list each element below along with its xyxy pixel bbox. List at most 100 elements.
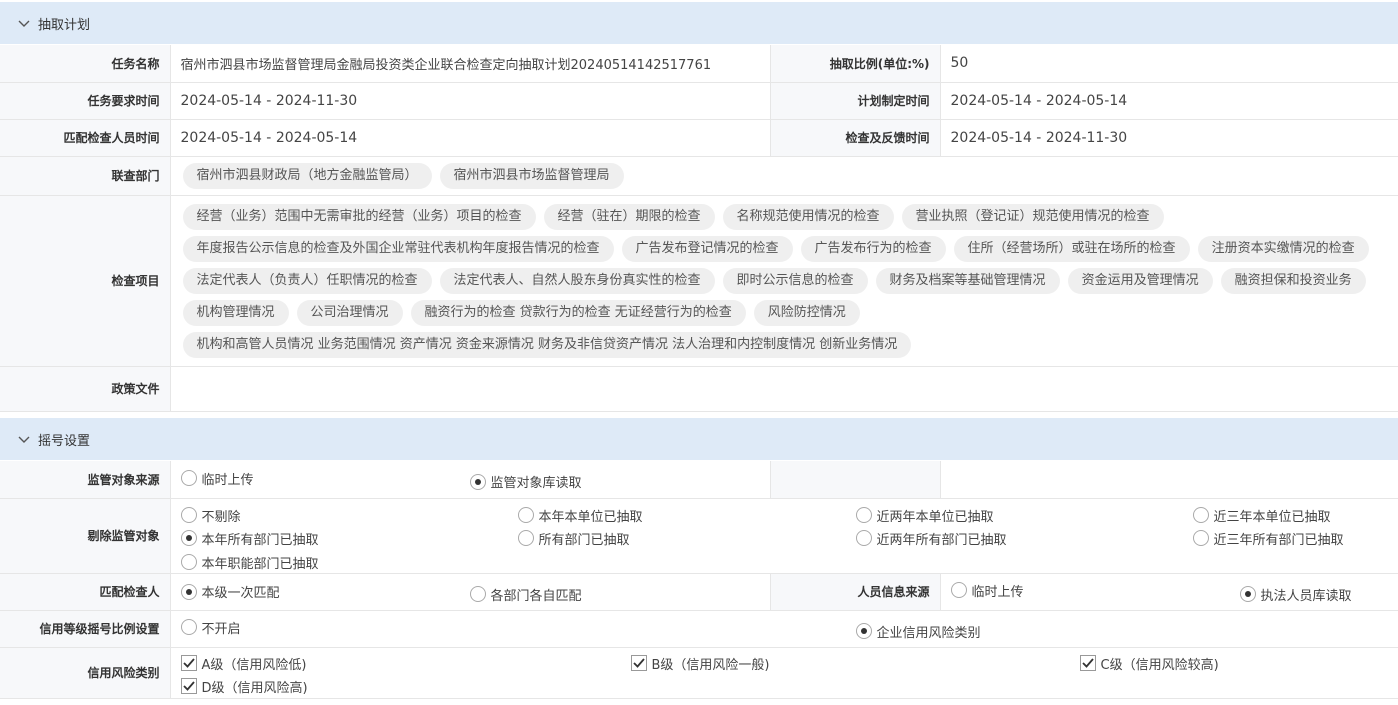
radio-label: 本年所有部门已抽取 <box>201 532 319 548</box>
section-title: 摇号设置 <box>38 433 91 449</box>
radio-label: 不剔除 <box>201 509 241 525</box>
item-tag: 财务及档案等基础管理情况 <box>875 267 1060 294</box>
radio-credit-off[interactable]: 不开启 <box>180 618 241 637</box>
checkmark-icon <box>1081 658 1094 668</box>
dept-tag: 宿州市泗县财政局（地方金融监管局） <box>182 162 432 189</box>
ratio-value: 50 <box>940 45 1398 83</box>
staff-source-radio-group: 临时上传 执法人员库读取 <box>940 573 1398 611</box>
radio-dept-match[interactable]: 各部门各自匹配 <box>469 585 582 604</box>
radio-label: 不开启 <box>201 621 241 637</box>
radio-circle <box>1192 530 1209 546</box>
field-label: 任务要求时间 <box>0 82 171 120</box>
field-label: 抽取比例(单位:%) <box>770 45 941 83</box>
field-label: 人员信息来源 <box>770 573 941 611</box>
radio-exclude-option[interactable]: 本年本单位已抽取 <box>517 506 643 525</box>
credit-ratio-radio-group: 不开启 企业信用风险类别 <box>170 610 1398 648</box>
radio-circle <box>517 507 534 523</box>
item-tag: 机构和高管人员情况 业务范围情况 资产情况 资金来源情况 财务及非信贷资产情况 … <box>182 331 912 358</box>
item-tag: 注册资本实缴情况的检查 <box>1197 235 1369 262</box>
empty-cell <box>770 461 941 499</box>
plan-table: 任务名称 宿州市泗县市场监督管理局金融局投资类企业联合检查定向抽取计划20240… <box>0 45 1398 412</box>
radio-single-match[interactable]: 本级一次匹配 <box>180 582 280 601</box>
field-label: 检查项目 <box>0 195 171 367</box>
radio-exclude-option[interactable]: 本年所有部门已抽取 <box>180 529 319 548</box>
radio-label: 执法人员库读取 <box>1260 588 1352 604</box>
radio-circle <box>180 530 197 546</box>
item-tag: 融资担保和投资业务 <box>1220 267 1366 294</box>
radio-label: 临时上传 <box>201 472 254 488</box>
radio-label: 近两年本单位已抽取 <box>876 509 994 525</box>
item-tag: 机构管理情况 <box>182 299 289 326</box>
checkbox-label: A级（信用风险低) <box>201 657 307 673</box>
risk-checkbox-group: A级（信用风险低) B级（信用风险一般) C级（信用风险较高) D级（信用风险高… <box>170 647 1398 699</box>
radio-label: 近三年本单位已抽取 <box>1213 509 1331 525</box>
radio-circle <box>180 583 197 600</box>
radio-label: 所有部门已抽取 <box>538 532 630 548</box>
radio-exclude-none[interactable]: 不剔除 <box>180 506 241 525</box>
req-time-value: 2024-05-14 - 2024-11-30 <box>170 82 771 120</box>
radio-circle <box>180 619 197 636</box>
field-label: 匹配检查人 <box>0 573 171 611</box>
item-tag: 风险防控情况 <box>753 299 860 326</box>
source-radio-group: 临时上传 监管对象库读取 <box>170 461 771 499</box>
radio-label: 企业信用风险类别 <box>876 625 981 641</box>
checkbox-risk-b[interactable]: B级（信用风险一般) <box>630 654 770 673</box>
lottery-table: 监管对象来源 临时上传 监管对象库读取 剔除监管对象 不剔除 本年本单位已抽取 … <box>0 461 1398 699</box>
radio-label: 近两年所有部门已抽取 <box>876 532 1007 548</box>
item-tag: 法定代表人（负责人）任职情况的检查 <box>182 267 432 294</box>
item-tag: 融资行为的检查 贷款行为的检查 无证经营行为的检查 <box>410 299 746 326</box>
checkbox-risk-c[interactable]: C级（信用风险较高) <box>1079 654 1219 673</box>
radio-staff-db-read[interactable]: 执法人员库读取 <box>1239 585 1352 604</box>
field-label: 政策文件 <box>0 366 171 412</box>
task-name-value: 宿州市泗县市场监督管理局金融局投资类企业联合检查定向抽取计划2024051414… <box>170 45 771 83</box>
field-label: 剔除监管对象 <box>0 498 171 574</box>
radio-circle <box>1239 586 1256 602</box>
radio-circle <box>855 507 872 523</box>
radio-db-read[interactable]: 监管对象库读取 <box>469 472 582 491</box>
section-header-lottery[interactable]: 摇号设置 <box>0 418 1398 460</box>
match-time-value: 2024-05-14 - 2024-05-14 <box>170 119 771 157</box>
item-tag: 即时公示信息的检查 <box>722 267 868 294</box>
radio-staff-temp-upload[interactable]: 临时上传 <box>950 581 1024 600</box>
checkmark-icon <box>182 658 195 668</box>
field-label: 联查部门 <box>0 156 171 196</box>
item-tag: 资金运用及管理情况 <box>1067 267 1213 294</box>
field-label: 匹配检查人员时间 <box>0 119 171 157</box>
radio-exclude-option[interactable]: 近两年所有部门已抽取 <box>855 529 1007 548</box>
plan-time-value: 2024-05-14 - 2024-05-14 <box>940 82 1398 120</box>
radio-label: 各部门各自匹配 <box>490 588 582 604</box>
radio-circle <box>950 582 967 599</box>
radio-exclude-option[interactable]: 近三年本单位已抽取 <box>1192 506 1331 525</box>
checkbox-label: B级（信用风险一般) <box>651 657 770 673</box>
radio-circle <box>855 623 872 639</box>
exclude-radio-group: 不剔除 本年本单位已抽取 近两年本单位已抽取 近三年本单位已抽取 本年所有部门已… <box>170 498 1398 574</box>
field-label: 计划制定时间 <box>770 82 941 120</box>
field-label: 任务名称 <box>0 45 171 83</box>
item-tag: 营业执照（登记证）规范使用情况的检查 <box>901 203 1164 230</box>
checkbox-box <box>180 655 197 671</box>
chevron-down-icon <box>18 436 30 443</box>
checkbox-risk-a[interactable]: A级（信用风险低) <box>180 654 307 673</box>
field-label: 信用等级摇号比例设置 <box>0 610 171 648</box>
radio-temp-upload[interactable]: 临时上传 <box>180 469 254 488</box>
field-label: 监管对象来源 <box>0 461 171 499</box>
feedback-time-value: 2024-05-14 - 2024-11-30 <box>940 119 1398 157</box>
item-tag: 公司治理情况 <box>296 299 403 326</box>
radio-credit-risk-category[interactable]: 企业信用风险类别 <box>855 622 981 641</box>
radio-exclude-option[interactable]: 近两年本单位已抽取 <box>855 506 994 525</box>
radio-circle <box>469 473 486 490</box>
section-header-plan[interactable]: 抽取计划 <box>0 2 1398 44</box>
policy-files-value <box>170 366 1398 412</box>
radio-circle <box>469 586 486 602</box>
radio-circle <box>1192 507 1209 523</box>
radio-exclude-option[interactable]: 近三年所有部门已抽取 <box>1192 529 1344 548</box>
item-tag: 广告发布登记情况的检查 <box>621 235 793 262</box>
checkbox-risk-d[interactable]: D级（信用风险高) <box>180 677 308 696</box>
radio-label: 监管对象库读取 <box>490 476 582 491</box>
radio-exclude-option[interactable]: 本年职能部门已抽取 <box>180 553 319 572</box>
radio-exclude-option[interactable]: 所有部门已抽取 <box>517 529 630 548</box>
radio-label: 临时上传 <box>971 584 1024 600</box>
radio-circle <box>517 530 534 546</box>
field-label: 检查及反馈时间 <box>770 119 941 157</box>
item-tags: 经营（业务）范围中无需审批的经营（业务）项目的检查 经营（驻在）期限的检查 名称规范… <box>170 195 1398 367</box>
